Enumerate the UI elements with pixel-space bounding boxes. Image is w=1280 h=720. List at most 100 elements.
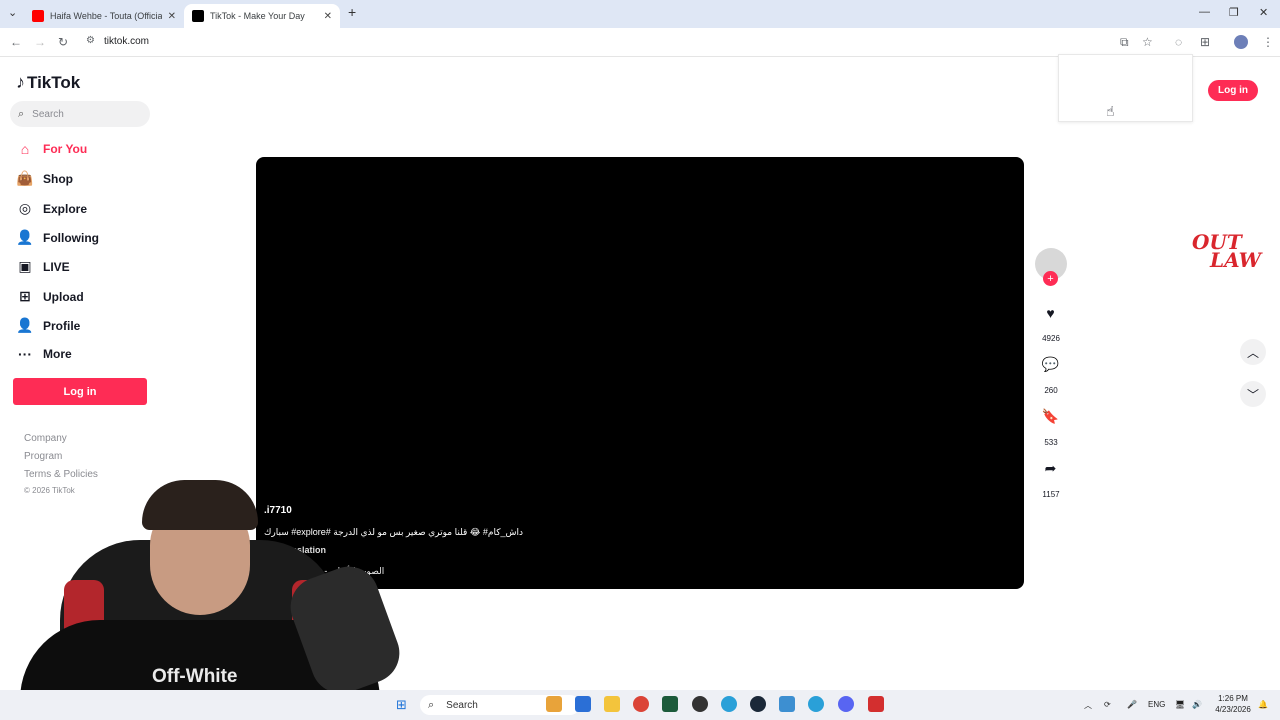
nav-label: Explore [43, 201, 88, 216]
steam-icon[interactable] [750, 696, 766, 712]
chevron-down-icon[interactable]: ﹀ [1240, 381, 1266, 407]
home-icon: ⌂ [20, 141, 30, 157]
youtube-favicon-icon [32, 10, 44, 22]
sidebar-item-shop[interactable]: 👜 Shop [16, 170, 73, 187]
menu-kebab-icon[interactable]: ⋮ [1262, 35, 1274, 49]
bookmark-star-icon[interactable]: ☆ [1142, 35, 1153, 49]
window-close-icon[interactable]: ✕ [1259, 6, 1268, 19]
more-dots-icon: ··· [18, 346, 32, 362]
footer-link-company[interactable]: Company [24, 433, 67, 444]
discord-icon[interactable] [838, 696, 854, 712]
chrome-icon[interactable] [633, 696, 649, 712]
extension-icon[interactable]: ◌ [1175, 35, 1182, 49]
new-tab-icon[interactable]: + [348, 4, 356, 20]
compass-icon: ◎ [18, 200, 32, 216]
clock-date: 4/23/2026 [1215, 705, 1251, 714]
shopping-bag-icon: 👜 [16, 170, 34, 186]
forward-icon[interactable]: → [34, 35, 46, 49]
streamer-hair [142, 480, 258, 530]
minimize-icon[interactable]: — [1199, 6, 1210, 18]
sidebar-login-button[interactable]: Log in [13, 378, 147, 405]
tiktok-logo[interactable]: ♪ TikTok [16, 72, 80, 93]
nav-label: Shop [43, 171, 73, 186]
sidebar-item-profile[interactable]: 👤 Profile [16, 317, 80, 334]
sidebar-item-more[interactable]: ··· More [16, 346, 72, 362]
app-icon[interactable] [868, 696, 884, 712]
windows-start-icon[interactable]: ⊞ [396, 697, 407, 713]
reload-icon[interactable]: ↻ [58, 35, 68, 49]
site-info-icon[interactable]: ⚙ [86, 35, 95, 46]
tab-search-icon[interactable]: ⌄ [8, 6, 17, 19]
file-explorer-icon[interactable] [604, 696, 620, 712]
extensions-puzzle-icon[interactable]: ⊞ [1200, 35, 1210, 49]
search-icon: ⌕ [428, 698, 435, 711]
network-icon[interactable]: 🖥 [1175, 700, 1185, 709]
tab-youtube[interactable]: Haifa Wehbe - Touta (Official M ✕ [24, 4, 184, 28]
app-icon[interactable] [779, 696, 795, 712]
sidebar-item-following[interactable]: 👤 Following [16, 229, 99, 246]
tiktok-note-icon: ♪ [16, 72, 25, 92]
clock-time: 1:26 PM [1218, 694, 1248, 703]
language-indicator[interactable]: ENG [1148, 700, 1165, 709]
sidebar-item-live[interactable]: ▣ LIVE [16, 258, 70, 275]
tiktok-favicon-icon [192, 10, 204, 22]
close-tab-icon[interactable]: ✕ [324, 11, 332, 22]
tab-tiktok[interactable]: TikTok - Make Your Day ✕ [184, 4, 340, 28]
app-icon[interactable] [808, 696, 824, 712]
profile-avatar[interactable] [1234, 35, 1248, 49]
obs-icon[interactable] [692, 696, 708, 712]
chevron-up-icon[interactable]: ︿ [1240, 339, 1266, 365]
nav-label: For You [43, 142, 88, 156]
taskbar-clock[interactable]: 1:26 PM 4/23/2026 [1212, 693, 1254, 715]
url-text[interactable]: tiktok.com [104, 36, 149, 47]
header-login-button[interactable]: Log in [1208, 80, 1258, 101]
mic-icon[interactable]: 🎤 [1127, 700, 1137, 709]
search-placeholder: Search [32, 108, 64, 120]
widget-icon[interactable] [546, 696, 562, 712]
taskbar-search-label: Search [446, 699, 478, 711]
volume-icon[interactable]: 🔊 [1192, 700, 1202, 709]
profile-icon: 👤 [16, 317, 34, 333]
webcam-overlay: Off-White [0, 470, 412, 720]
nav-label: Following [43, 230, 99, 245]
address-bar: ← → ↻ ⚙ tiktok.com ⧉ ☆ ◌ ⊞ ⋮ [0, 28, 1280, 57]
share-icon[interactable]: ➦ [1040, 458, 1061, 479]
tray-chevron-icon[interactable]: ︿ [1084, 700, 1092, 711]
heart-icon[interactable]: ♥ [1040, 302, 1061, 323]
upload-plus-icon: ⊞ [19, 288, 31, 304]
footer-link-program[interactable]: Program [24, 451, 62, 462]
nav-label: LIVE [43, 259, 70, 274]
bookmark-icon[interactable]: 🔖 [1040, 406, 1061, 427]
nav-label: Upload [43, 289, 84, 304]
sync-icon[interactable]: ⟳ [1104, 700, 1111, 709]
nav-label: Profile [43, 318, 81, 333]
sidebar-item-for-you[interactable]: ⌂ For You [16, 141, 87, 157]
search-input[interactable]: ⌕ Search [10, 101, 150, 127]
app-icon[interactable] [721, 696, 737, 712]
shirt-text: Off-White [152, 666, 238, 687]
shares-count: 1157 [1042, 490, 1060, 499]
comment-icon[interactable]: 💬 [1040, 354, 1061, 375]
terminal-icon[interactable] [662, 696, 678, 712]
likes-count: 4926 [1042, 334, 1060, 343]
task-view-icon[interactable] [575, 696, 591, 712]
following-icon: 👤 [16, 229, 34, 245]
maximize-icon[interactable]: ❐ [1229, 6, 1239, 19]
saves-count: 533 [1044, 438, 1058, 447]
comments-count: 260 [1044, 386, 1058, 395]
popup-panel [1058, 54, 1193, 122]
install-app-icon[interactable]: ⧉ [1120, 35, 1129, 50]
tab-title: TikTok - Make Your Day [210, 11, 305, 21]
back-icon[interactable]: ← [10, 35, 22, 49]
search-icon: ⌕ [18, 107, 25, 120]
close-tab-icon[interactable]: ✕ [168, 11, 176, 22]
follow-plus-icon[interactable]: + [1043, 271, 1058, 286]
mouse-cursor-icon: ☝ [1106, 103, 1115, 119]
live-tv-icon: ▣ [18, 258, 32, 274]
notification-icon[interactable]: 🔔 [1258, 700, 1268, 709]
sidebar-item-explore[interactable]: ◎ Explore [16, 200, 87, 217]
outlaw-watermark-logo: OUT LAW [1192, 232, 1261, 270]
sidebar-item-upload[interactable]: ⊞ Upload [16, 288, 84, 305]
nav-label: More [43, 347, 72, 361]
logo-text: TikTok [27, 72, 81, 92]
